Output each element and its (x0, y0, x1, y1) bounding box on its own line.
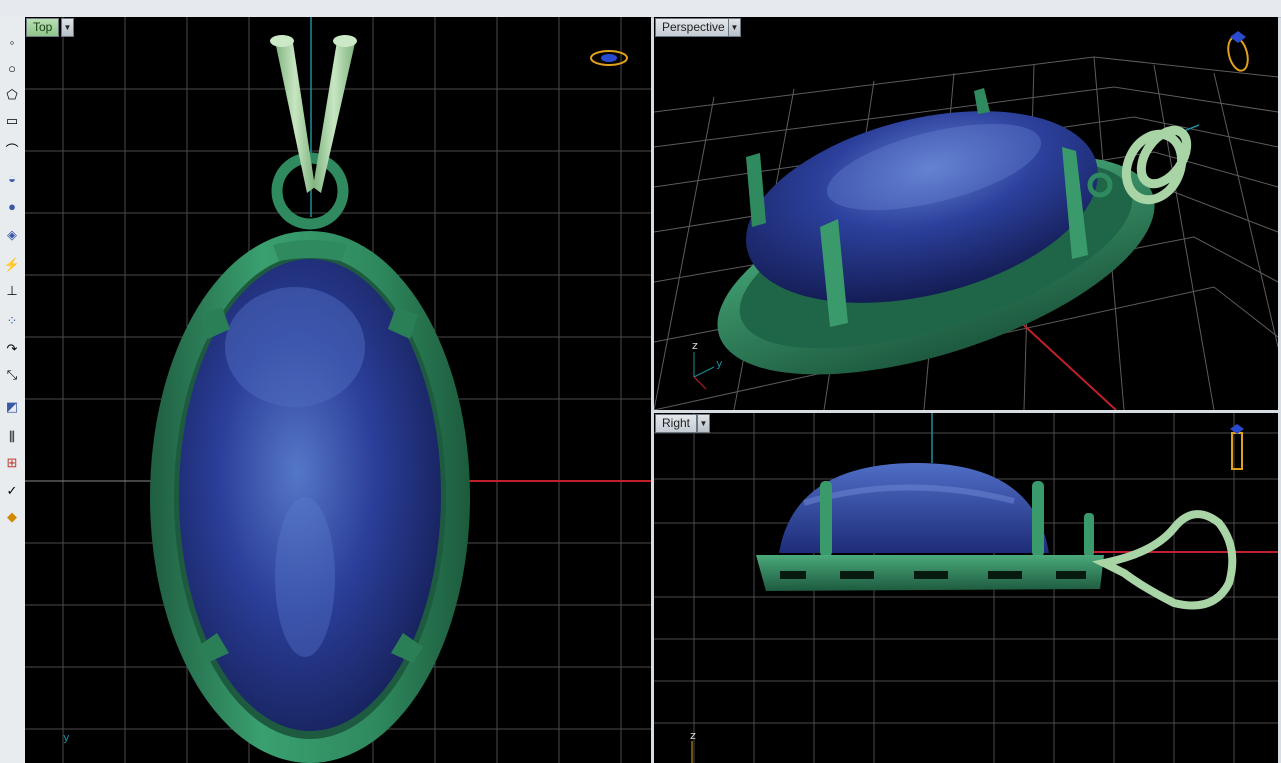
prong (974, 88, 990, 114)
top-viewport[interactable]: Top ▼ y (25, 17, 651, 763)
top-bridge (273, 240, 347, 261)
title-bar (0, 0, 1281, 18)
axis-label-y: y (716, 357, 723, 370)
right-scene (654, 413, 1278, 763)
mirror-icon[interactable]: ◩ (1, 395, 23, 417)
top-scene (25, 17, 651, 763)
viewport-title-top[interactable]: Top (26, 18, 60, 37)
polygon-icon[interactable]: ⬠ (1, 83, 23, 105)
viewport-title-perspective[interactable]: Perspective (655, 18, 732, 37)
prong (1084, 513, 1094, 557)
viewport-title-right[interactable]: Right (655, 414, 698, 433)
view-gizmo-icon (1227, 31, 1249, 72)
right-viewport[interactable]: Right ▼ z (654, 413, 1278, 763)
prong (1032, 481, 1044, 557)
axis-label-z: z (692, 339, 698, 352)
sphere-icon[interactable]: ◒ (1, 167, 23, 189)
left-toolbar: ◦ ○ ⬠ ▭ ⌒ ◒ ● ◈ ⚡ ⊥ ⁘ ↷ ⤡ ◩ ⫼ ⊞ ✓ ◆ (0, 17, 26, 763)
cabochon-gem (779, 462, 1049, 553)
prong (746, 153, 766, 227)
array-icon[interactable]: ⁘ (1, 309, 23, 331)
chevron-down-icon[interactable]: ▼ (61, 18, 74, 37)
point-icon[interactable]: ◦ (1, 31, 23, 53)
dimension-icon[interactable]: ⊞ (1, 451, 23, 473)
chevron-down-icon[interactable]: ▼ (728, 18, 741, 37)
lightning-icon[interactable]: ⚡ (1, 253, 23, 275)
scale-icon[interactable]: ⤡ (1, 363, 23, 385)
axis-label-y: y (63, 731, 70, 744)
fillet-icon[interactable]: ↷ (1, 337, 23, 359)
check-icon[interactable]: ✓ (1, 479, 23, 501)
chevron-down-icon[interactable]: ▼ (697, 414, 710, 433)
prong (820, 481, 832, 557)
axis-label-z: z (690, 729, 696, 742)
view-gizmo-icon (590, 50, 628, 66)
rectangle-icon[interactable]: ▭ (1, 109, 23, 131)
surface-icon[interactable]: ● (1, 195, 23, 217)
perspective-viewport[interactable]: Perspective ▼ z y (654, 17, 1278, 410)
boolean-icon[interactable]: ◈ (1, 223, 23, 245)
grid-icon[interactable]: ⫼ (1, 425, 23, 447)
bail (1091, 510, 1237, 610)
arc-icon[interactable]: ⌒ (1, 139, 23, 161)
paint-bucket-icon[interactable]: ◆ (1, 505, 23, 527)
project-icon[interactable]: ⊥ (1, 279, 23, 301)
circle-icon[interactable]: ○ (1, 57, 23, 79)
perspective-scene (654, 31, 1278, 410)
view-gizmo-icon (1230, 424, 1244, 470)
